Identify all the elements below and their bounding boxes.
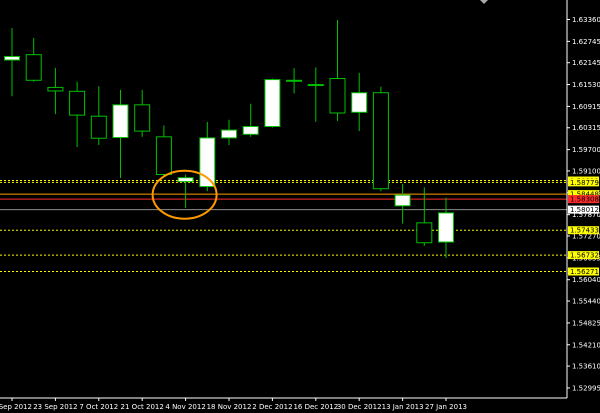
candle-body — [372, 92, 389, 190]
candle — [221, 119, 237, 145]
candle — [329, 19, 346, 121]
candle-body — [286, 79, 303, 82]
price-tick-label: 1.60315 — [572, 124, 600, 132]
price-tick-label: 1.59700 — [572, 146, 600, 154]
price-tick-label: 1.61530 — [572, 81, 600, 89]
candle-body — [134, 104, 151, 132]
candles — [4, 19, 454, 259]
price-tick-label: 1.52995 — [572, 384, 600, 392]
candle-body — [47, 86, 64, 92]
price-tick-label: 1.56040 — [572, 276, 600, 284]
candle — [155, 125, 172, 177]
candle — [199, 121, 216, 192]
time-tick-label: 21 Oct 2012 — [121, 403, 164, 411]
candle — [112, 89, 129, 179]
candle — [25, 37, 42, 82]
candle — [394, 183, 411, 224]
price-tick-label: 1.54210 — [572, 341, 600, 349]
candle — [372, 86, 389, 192]
candle-body — [351, 92, 368, 113]
candle — [47, 67, 64, 115]
candle-body — [242, 126, 259, 135]
candle — [351, 72, 368, 132]
time-tick-label: 16 Dec 2012 — [293, 403, 338, 411]
price-tick-label: 1.63360 — [572, 16, 600, 24]
candle — [177, 174, 194, 208]
candle-body — [69, 90, 86, 116]
time-tick-label: 18 Nov 2012 — [207, 403, 252, 411]
candle-body — [25, 54, 42, 81]
candle-body — [438, 212, 454, 243]
candle-body — [199, 137, 216, 188]
candle-body — [416, 222, 433, 244]
shift-marker-icon — [480, 0, 488, 4]
candle — [438, 197, 454, 259]
candle — [416, 187, 433, 246]
time-tick-label: 23 Sep 2012 — [33, 403, 77, 411]
price-tick-label: 1.62745 — [572, 38, 600, 46]
candle-body — [112, 104, 129, 139]
candle-body — [90, 115, 107, 139]
level-label: 1.58012 — [570, 206, 599, 214]
candle-body — [155, 136, 172, 175]
candle — [307, 67, 324, 122]
time-tick-label: 9 Sep 2012 — [0, 403, 32, 411]
price-tick-label: 1.53610 — [572, 363, 600, 371]
price-levels — [0, 180, 567, 273]
candle — [90, 86, 107, 145]
candle — [69, 81, 86, 148]
candle-body — [394, 194, 411, 207]
price-tick-label: 1.54825 — [572, 319, 600, 327]
level-label: 1.56271 — [570, 268, 599, 276]
candle — [134, 89, 151, 137]
time-tick-label: 4 Nov 2012 — [165, 403, 205, 411]
price-tick-label: 1.59100 — [572, 167, 600, 175]
candle — [286, 68, 303, 94]
candle-body — [177, 177, 194, 183]
candle-body — [329, 78, 346, 114]
time-tick-label: 7 Oct 2012 — [79, 403, 118, 411]
level-label: 1.58308 — [570, 196, 599, 204]
price-tick-label: 1.55440 — [572, 298, 600, 306]
candle-body — [264, 79, 281, 128]
time-tick-label: 30 Dec 2012 — [337, 403, 382, 411]
candle-body — [4, 55, 20, 61]
level-label: 1.58779 — [570, 179, 599, 187]
candle-body — [307, 84, 324, 87]
level-label: 1.56732 — [570, 252, 599, 260]
price-tick-label: 1.62145 — [572, 59, 600, 67]
candle — [4, 28, 20, 97]
time-tick-label: 27 Jan 2013 — [425, 403, 467, 411]
candlestick-chart: 1.63360 1.62745 1.62145 1.61530 1.60915 1.603… — [0, 0, 600, 411]
price-tick-label: 1.60915 — [572, 103, 600, 111]
time-tick-label: 13 Jan 2013 — [382, 403, 424, 411]
time-tick-label: 2 Dec 2012 — [252, 403, 292, 411]
level-label: 1.57433 — [570, 227, 599, 235]
candle — [264, 78, 281, 128]
candle-body — [221, 129, 237, 139]
chart-root: 1.63360 1.62745 1.62145 1.61530 1.60915 1.603… — [0, 0, 600, 413]
candle — [242, 103, 259, 137]
time-axis: 9 Sep 201223 Sep 20127 Oct 201221 Oct 20… — [0, 397, 567, 411]
